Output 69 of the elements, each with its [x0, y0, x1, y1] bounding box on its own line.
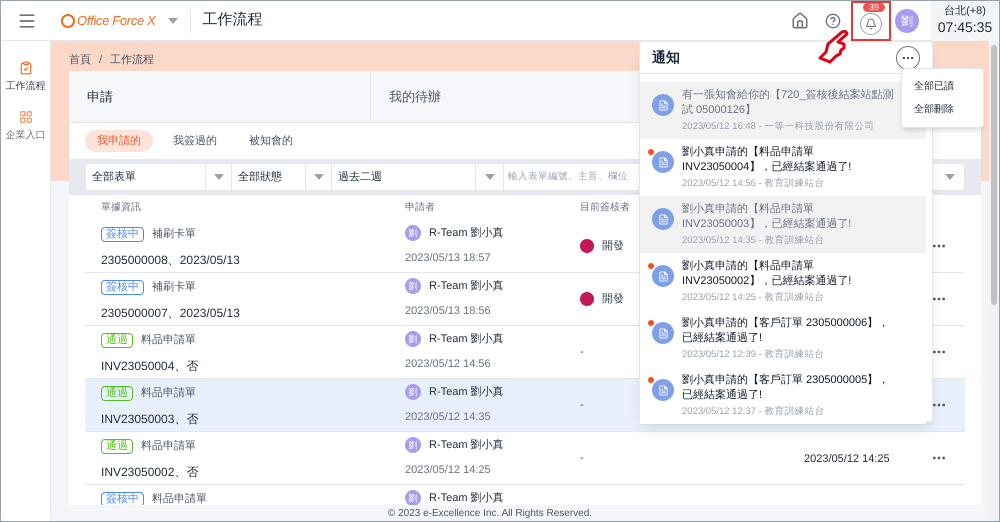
breadcrumb-current: 工作流程	[110, 52, 154, 68]
notification-meta: 2023/05/12 14:35 - 教育訓練站台	[682, 234, 826, 248]
form-info: INV23050004、否	[101, 358, 200, 374]
notification-meta: 2023/05/12 12:39 - 教育訓練站台	[682, 348, 826, 362]
applicant-name: R-Team 劉小真	[429, 385, 504, 400]
notification-meta: 2023/05/12 14:25 - 教育訓練站台	[682, 291, 826, 305]
notification-item[interactable]: 劉小真申請的【料品申請單 INV23050003】，已經結案通過了! 2023/05/12 14:35 - 教育訓練站台	[640, 196, 926, 253]
notification-item[interactable]: 劉小真申請的【客戶訂單 2305000005】，已經結案通過了! 2023/05/12 12:37 - 教育訓練站台	[640, 367, 926, 424]
notification-meta: 2023/05/12 14:56 - 教育訓練站台	[682, 177, 826, 191]
status-tag: 簽核中	[101, 280, 144, 295]
applicant-name: R-Team 劉小真	[429, 279, 504, 294]
applied-time: 2023/05/12 14:56	[405, 356, 492, 372]
form-type: 料品申請單	[152, 492, 207, 505]
notification-meta: 2023/05/12 12:37 - 教育訓練站台	[682, 405, 826, 419]
approver-name: 開發	[602, 292, 624, 307]
status-select[interactable]: 全部狀態	[232, 164, 306, 190]
applicant-name: R-Team 劉小真	[429, 226, 504, 241]
column-header: 申請者	[405, 202, 435, 213]
form-info: INV23050003、否	[101, 410, 200, 428]
applicant-name: R-Team 劉小真	[429, 491, 504, 505]
notification-meta: 2023/05/12 16:48 - 一等一科技股份有限公司	[682, 120, 876, 134]
form-type: 料品申請單	[141, 439, 196, 454]
form-type: 補刷卡單	[152, 280, 196, 295]
form-info: 2305000007、2023/05/13	[101, 304, 241, 322]
form-info: 2305000008、2023/05/13	[101, 252, 241, 268]
form-type: 料品申請單	[141, 333, 196, 348]
section-tab[interactable]: 申請	[69, 71, 371, 122]
timezone-label: 台北(+8)	[944, 4, 986, 19]
date-cell: 2023/05/12 14:25	[804, 453, 890, 465]
sidebar-item[interactable]: 企業入口	[6, 110, 46, 143]
approver-name: 開發	[602, 238, 624, 254]
column-header: 單據資訊	[101, 202, 141, 213]
sidebar-item[interactable]: 工作流程	[6, 61, 46, 94]
status-tag: 簽核中	[101, 226, 144, 242]
notification-badge: 39	[863, 2, 886, 12]
page-title: 工作流程	[202, 10, 263, 30]
applied-time: 2023/05/12 14:25	[405, 462, 492, 478]
avatar: 劉	[405, 437, 421, 454]
form-info: INV23050002、否	[101, 464, 200, 480]
form-select[interactable]: 全部表單	[86, 164, 206, 190]
status-tag: 通過	[101, 332, 133, 348]
filter-tab[interactable]: 被知會的	[237, 130, 305, 152]
approver-name: -	[580, 450, 584, 466]
period-select[interactable]: 過去二週	[332, 164, 476, 190]
notification-text: 有一張知會給你的【720_簽核後結案站點測試 05000126】	[682, 88, 894, 118]
filter-tab[interactable]: 我簽過的	[161, 130, 229, 152]
avatar: 劉	[405, 278, 421, 294]
avatar: 劉	[405, 490, 421, 505]
approver-name: -	[580, 398, 584, 413]
form-type: 料品申請單	[141, 386, 196, 401]
clock-time: 07:45:35	[938, 18, 992, 36]
avatar: 劉	[895, 8, 919, 32]
applied-time: 2023/05/13 18:56	[405, 304, 492, 318]
breadcrumb-link[interactable]: 首頁	[69, 52, 91, 68]
applied-time: 2023/05/13 18:57	[405, 250, 492, 266]
applied-time: 2023/05/12 14:35	[405, 410, 492, 424]
avatar: 劉	[405, 331, 421, 348]
applicant-name: R-Team 劉小真	[429, 332, 504, 347]
column-header: 目前簽核者	[580, 202, 630, 213]
form-type: 補刷卡單	[152, 227, 196, 242]
avatar: 劉	[405, 384, 421, 400]
notification-text: 劉小真申請的【料品申請單 INV23050004】，已經結案通過了!	[682, 145, 852, 175]
status-tag: 通過	[101, 386, 133, 401]
status-tag: 通過	[101, 438, 133, 454]
panel-title: 通知	[652, 48, 680, 67]
applicant-name: R-Team 劉小真	[429, 438, 504, 453]
breadcrumb-separator: /	[99, 52, 102, 68]
avatar: 劉	[405, 225, 421, 242]
approver-name: -	[580, 344, 584, 360]
